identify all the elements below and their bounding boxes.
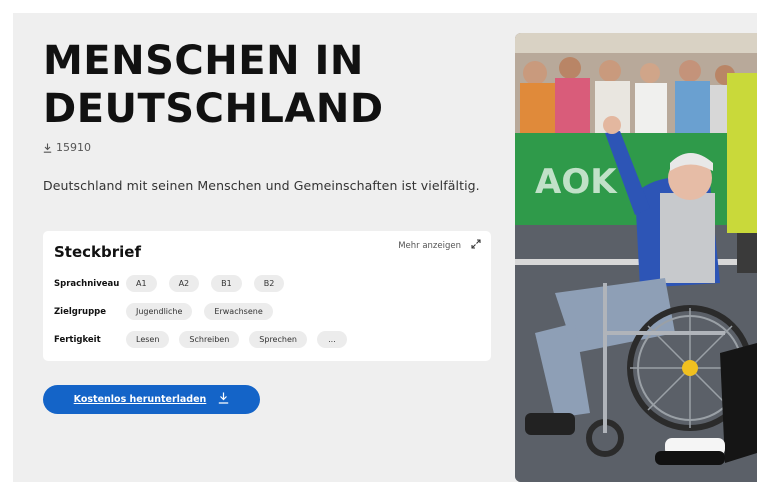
- title-line-1: MENSCHEN IN: [43, 38, 364, 84]
- chip-b2[interactable]: B2: [253, 275, 285, 292]
- chip-sprechen[interactable]: Sprechen: [249, 331, 307, 348]
- page-title: MENSCHEN IN DEUTSCHLAND: [43, 37, 498, 133]
- expand-icon: [471, 239, 481, 252]
- chip-lesen[interactable]: Lesen: [126, 331, 170, 348]
- profile-card: Steckbrief Mehr anzeigen Sprachniveau A1…: [43, 231, 491, 361]
- chip-jugendliche[interactable]: Jugendliche: [126, 303, 193, 320]
- row-zielgruppe: Zielgruppe Jugendliche Erwachsene: [54, 303, 273, 320]
- row-label: Zielgruppe: [54, 306, 107, 317]
- row-label: Sprachniveau: [54, 278, 120, 289]
- chip-schreiben[interactable]: Schreiben: [179, 331, 240, 348]
- download-button[interactable]: Kostenlos herunterladen: [43, 385, 260, 414]
- hero-photo: AOK: [515, 33, 757, 482]
- row-label: Fertigkeit: [54, 334, 101, 345]
- intro-text: Deutschland mit seinen Menschen und Geme…: [43, 178, 480, 193]
- chip-a1[interactable]: A1: [126, 275, 157, 292]
- show-more-label: Mehr anzeigen: [398, 240, 461, 251]
- download-button-label: Kostenlos herunterladen: [73, 394, 207, 405]
- download-icon: [43, 143, 52, 153]
- svg-text:AOK: AOK: [535, 162, 618, 202]
- intro-section: MENSCHEN IN DEUTSCHLAND 15910 Deutschlan…: [43, 37, 498, 193]
- download-count-value: 15910: [56, 141, 91, 154]
- chip-more[interactable]: ...: [316, 331, 347, 348]
- chip-a2[interactable]: A2: [168, 275, 200, 292]
- row-sprachniveau: Sprachniveau A1 A2 B1 B2: [54, 275, 285, 292]
- row-fertigkeit: Fertigkeit Lesen Schreiben Sprechen ...: [54, 331, 347, 348]
- chip-b1[interactable]: B1: [211, 275, 242, 292]
- download-count: 15910: [43, 141, 498, 154]
- show-more-button[interactable]: Mehr anzeigen: [398, 239, 481, 252]
- download-icon: [218, 392, 229, 407]
- chip-erwachsene[interactable]: Erwachsene: [204, 303, 273, 320]
- title-line-2: DEUTSCHLAND: [43, 86, 384, 132]
- card-title: Steckbrief: [54, 243, 141, 261]
